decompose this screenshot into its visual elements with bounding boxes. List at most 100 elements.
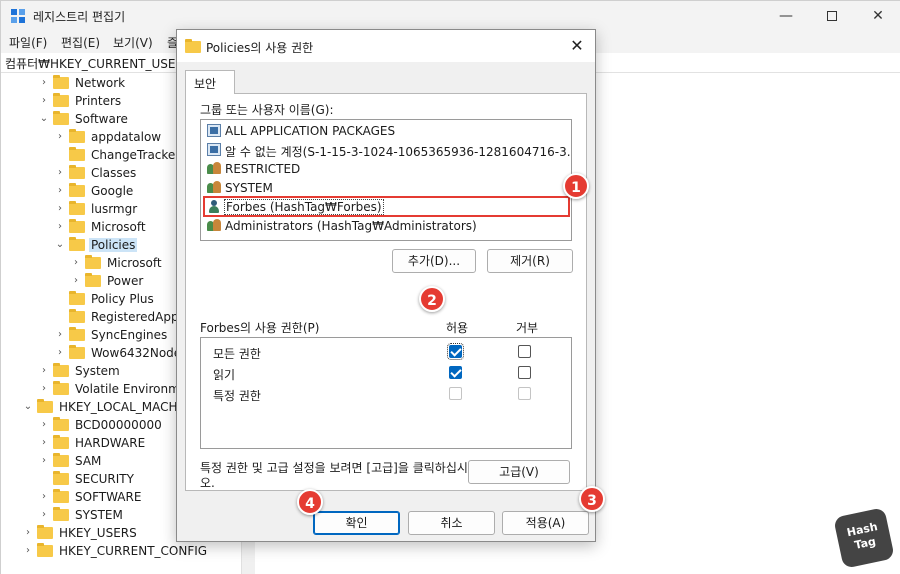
chevron-right-icon[interactable]: ›: [39, 383, 49, 395]
tree-item-label: Policy Plus: [91, 292, 154, 306]
folder-icon: [53, 471, 69, 485]
folder-icon: [53, 93, 69, 107]
folder-icon: [37, 525, 53, 539]
tree-item-label: ChangeTracker: [91, 148, 181, 162]
menu-file[interactable]: 파일(F): [9, 34, 47, 51]
users-icon: [207, 181, 221, 194]
read-deny-checkbox[interactable]: [518, 366, 531, 379]
remove-button[interactable]: 제거(R): [487, 249, 573, 273]
list-item[interactable]: ALL APPLICATION PACKAGES: [205, 121, 567, 140]
advanced-button[interactable]: 고급(V): [468, 460, 570, 484]
chevron-right-icon[interactable]: ›: [23, 545, 33, 557]
folder-icon: [85, 273, 101, 287]
chevron-right-icon[interactable]: ›: [39, 437, 49, 449]
users-icon: [207, 162, 221, 175]
minimize-button[interactable]: —: [763, 1, 809, 31]
chevron-right-icon[interactable]: ›: [71, 257, 81, 269]
tree-item-label: SyncEngines: [91, 328, 168, 342]
package-icon: [207, 143, 221, 156]
folder-icon: [69, 165, 85, 179]
dialog-title-bar: Policies의 사용 권한 ✕: [177, 30, 595, 62]
chevron-right-icon[interactable]: ›: [39, 365, 49, 377]
chevron-right-icon[interactable]: ›: [55, 347, 65, 359]
step-marker-4: 4: [297, 489, 323, 515]
chevron-right-icon[interactable]: ›: [39, 95, 49, 107]
dialog-close-button[interactable]: ✕: [565, 34, 589, 58]
chevron-right-icon[interactable]: ›: [55, 131, 65, 143]
permission-special: 특정 권한: [213, 389, 261, 403]
tree-item-label: HKEY_LOCAL_MACHI: [59, 400, 182, 414]
list-item[interactable]: 알 수 없는 계정(S-1-15-3-1024-1065365936-12816…: [205, 140, 571, 159]
group-user-list[interactable]: ALL APPLICATION PACKAGES 알 수 없는 계정(S-1-1…: [200, 119, 572, 241]
folder-icon: [69, 327, 85, 341]
forbes-highlight: [203, 196, 570, 217]
chevron-right-icon[interactable]: ›: [39, 77, 49, 89]
chevron-right-icon[interactable]: ›: [55, 221, 65, 233]
chevron-right-icon[interactable]: ›: [55, 203, 65, 215]
chevron-down-icon[interactable]: ⌄: [23, 401, 33, 413]
folder-icon: [53, 417, 69, 431]
folder-icon: [53, 75, 69, 89]
cancel-button[interactable]: 취소: [408, 511, 495, 535]
folder-icon: [53, 489, 69, 503]
full-control-allow-checkbox[interactable]: [447, 343, 464, 360]
folder-open-icon: [53, 111, 69, 125]
maximize-button[interactable]: [809, 1, 855, 31]
deny-column-header: 거부: [516, 321, 539, 335]
list-item-label: Administrators (HashTag₩Administrators): [225, 219, 477, 233]
chevron-right-icon[interactable]: ›: [71, 275, 81, 287]
read-allow-checkbox[interactable]: [449, 366, 462, 379]
permissions-label: Forbes의 사용 권한(P): [200, 321, 320, 335]
list-item[interactable]: SYSTEM: [205, 178, 567, 197]
menu-edit[interactable]: 편집(E): [61, 34, 100, 51]
permissions-dialog: Policies의 사용 권한 ✕ 보안 그룹 또는 사용자 이름(G): AL…: [176, 29, 596, 542]
chevron-right-icon[interactable]: ›: [23, 527, 33, 539]
full-control-deny-checkbox[interactable]: [518, 345, 531, 358]
tab-security-label: 보안: [194, 77, 217, 91]
chevron-right-icon[interactable]: ›: [39, 509, 49, 521]
list-item[interactable]: RESTRICTED: [205, 159, 567, 178]
chevron-right-icon[interactable]: ›: [39, 491, 49, 503]
folder-icon: [69, 309, 85, 323]
tree-item-label: HKEY_USERS: [59, 526, 137, 540]
folder-icon: [53, 381, 69, 395]
folder-icon: [69, 201, 85, 215]
list-item[interactable]: Administrators (HashTag₩Administrators): [205, 216, 567, 235]
hashtag-watermark-logo: Hash Tag: [833, 507, 895, 569]
tree-item-label: Wow6432Node: [91, 346, 182, 360]
tree-item-label: HKEY_CURRENT_CONFIG: [59, 544, 208, 558]
folder-open-icon: [69, 237, 85, 251]
ok-button[interactable]: 확인: [313, 511, 400, 535]
tree-item-label: Software: [75, 112, 128, 126]
chevron-down-icon[interactable]: ⌄: [55, 239, 65, 251]
maximize-icon: [827, 11, 837, 21]
folder-icon: [53, 453, 69, 467]
apply-button[interactable]: 적용(A): [502, 511, 589, 535]
chevron-right-icon[interactable]: ›: [55, 329, 65, 341]
special-allow-checkbox: [449, 387, 462, 400]
folder-icon: [69, 129, 85, 143]
list-item-label: SYSTEM: [225, 181, 273, 195]
folder-icon: [69, 345, 85, 359]
tree-item-label: SYSTEM: [75, 508, 123, 522]
chevron-right-icon[interactable]: ›: [39, 419, 49, 431]
allow-column-header: 허용: [446, 321, 469, 335]
permissions-list: 모든 권한 읽기 특정 권한: [200, 337, 572, 449]
list-item-label: ALL APPLICATION PACKAGES: [225, 124, 396, 138]
folder-icon: [185, 39, 201, 53]
folder-icon: [69, 291, 85, 305]
chevron-right-icon[interactable]: ›: [55, 185, 65, 197]
chevron-down-icon[interactable]: ⌄: [39, 113, 49, 125]
add-button[interactable]: 추가(D)...: [392, 249, 476, 273]
chevron-right-icon[interactable]: ›: [39, 455, 49, 467]
users-icon: [207, 219, 221, 232]
special-deny-checkbox: [518, 387, 531, 400]
folder-icon: [37, 543, 53, 557]
folder-open-icon: [37, 399, 53, 413]
tree-item-label: SAM: [75, 454, 102, 468]
package-icon: [207, 124, 221, 137]
menu-view[interactable]: 보기(V): [113, 34, 153, 51]
chevron-right-icon[interactable]: ›: [55, 167, 65, 179]
close-window-button[interactable]: ✕: [855, 1, 900, 31]
tab-security[interactable]: 보안: [185, 70, 235, 94]
